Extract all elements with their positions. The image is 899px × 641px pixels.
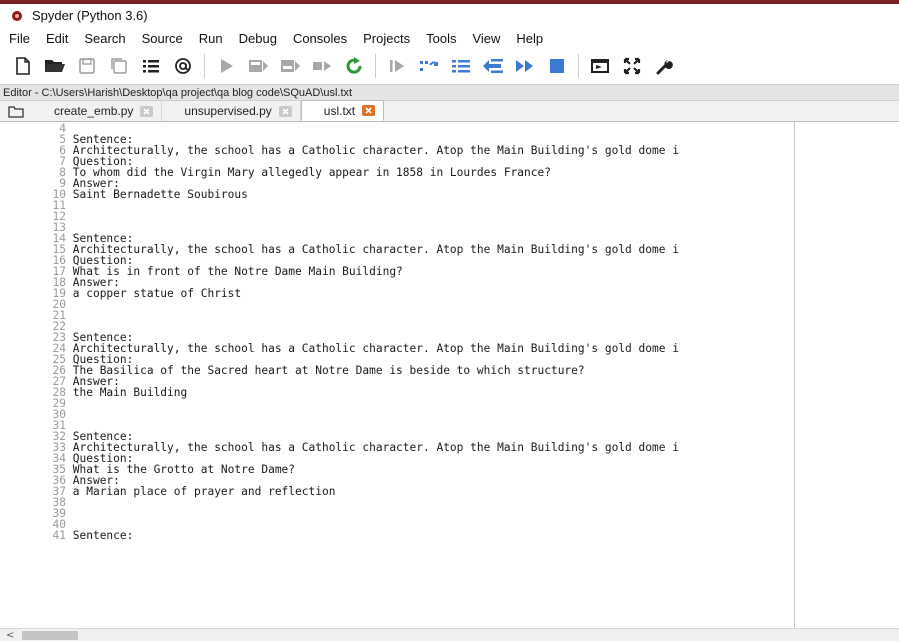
run-cell-advance-icon[interactable] <box>277 54 303 78</box>
menu-consoles[interactable]: Consoles <box>292 30 348 47</box>
edge-line-marker <box>794 122 795 628</box>
menu-edit[interactable]: Edit <box>45 30 69 47</box>
tab-label: usl.txt <box>323 103 356 118</box>
editor-line: 10 Saint Bernadette Soubirous <box>0 189 248 200</box>
close-tab-icon[interactable] <box>362 105 376 116</box>
line-text: Architecturally, the school has a Cathol… <box>72 441 679 454</box>
menu-search[interactable]: Search <box>83 30 126 47</box>
menu-help[interactable]: Help <box>515 30 544 47</box>
file-path: Editor - C:\Users\Harish\Desktop\qa proj… <box>3 86 353 99</box>
line-number: 5 <box>59 133 66 146</box>
line-number: 7 <box>59 155 66 168</box>
save-icon[interactable] <box>74 54 100 78</box>
toolbar <box>0 49 899 83</box>
line-text: Architecturally, the school has a Cathol… <box>72 342 679 355</box>
editor-line: 28 the Main Building <box>0 386 188 399</box>
save-all-icon[interactable] <box>106 54 132 78</box>
menu-bar: File Edit Search Source Run Debug Consol… <box>0 27 899 49</box>
editor-line: 37 a Marian place of prayer and reflecti… <box>0 485 336 498</box>
menu-source[interactable]: Source <box>141 30 184 47</box>
menu-projects[interactable]: Projects <box>362 30 411 47</box>
title-bar: Spyder (Python 3.6) <box>0 4 899 27</box>
toolbar-separator <box>375 54 376 78</box>
close-tab-icon[interactable] <box>140 105 154 117</box>
line-text: The Basilica of the Sacred heart at Notr… <box>72 364 585 377</box>
editor-path-bar: Editor - C:\Users\Harish\Desktop\qa proj… <box>0 84 899 101</box>
rerun-icon[interactable] <box>341 54 367 78</box>
browse-tabs-icon[interactable] <box>0 101 32 121</box>
line-text: a Marian place of prayer and reflection <box>72 485 336 498</box>
menu-run[interactable]: Run <box>198 30 224 47</box>
run-cell-icon[interactable] <box>245 54 271 78</box>
fullscreen-icon[interactable] <box>619 54 645 78</box>
toolbar-separator <box>578 54 579 78</box>
preferences-icon[interactable] <box>651 54 677 78</box>
line-text: Saint Bernadette Soubirous <box>72 188 248 201</box>
line-text: the Main Building <box>72 386 188 399</box>
menu-file[interactable]: File <box>8 30 31 47</box>
line-number: 41 <box>52 529 66 542</box>
scroll-left-arrow-icon[interactable]: < <box>6 630 14 641</box>
scrollbar-thumb[interactable] <box>22 631 78 640</box>
tab-usl-txt[interactable]: usl.txt <box>300 100 385 121</box>
step-into-icon[interactable] <box>448 54 474 78</box>
new-file-icon[interactable] <box>10 54 36 78</box>
line-text: Architecturally, the school has a Cathol… <box>72 243 679 256</box>
close-tab-icon[interactable] <box>278 105 292 117</box>
outline-icon[interactable] <box>138 54 164 78</box>
code-editor[interactable]: 4 5 Sentence: 6 Architecturally, the scho… <box>0 122 899 628</box>
menu-tools[interactable]: Tools <box>425 30 457 47</box>
spyder-logo-icon <box>10 9 24 23</box>
tab-create-emb[interactable]: create_emb.py <box>32 101 163 121</box>
step-return-icon[interactable] <box>480 54 506 78</box>
run-selection-icon[interactable] <box>309 54 335 78</box>
tab-label: unsupervised.py <box>184 104 272 118</box>
stop-icon[interactable] <box>544 54 570 78</box>
menu-debug[interactable]: Debug <box>238 30 278 47</box>
toolbar-separator <box>204 54 205 78</box>
editor-line: 35 What is the Grotto at Notre Dame? <box>0 464 296 475</box>
tab-unsupervised[interactable]: unsupervised.py <box>162 101 301 121</box>
line-text: Sentence: <box>72 529 134 542</box>
tab-label: create_emb.py <box>54 104 134 118</box>
run-icon[interactable] <box>213 54 239 78</box>
open-folder-icon[interactable] <box>42 54 68 78</box>
line-number: 4 <box>59 122 66 135</box>
window-title: Spyder (Python 3.6) <box>32 8 148 23</box>
line-number: 6 <box>59 144 66 157</box>
maximize-pane-icon[interactable] <box>587 54 613 78</box>
horizontal-scrollbar[interactable]: < <box>0 628 899 641</box>
line-text: a copper statue of Christ <box>72 287 242 300</box>
line-text: What is in front of the Notre Dame Main … <box>72 265 403 278</box>
line-text: Architecturally, the school has a Cathol… <box>72 144 679 157</box>
editor-line: 41 Sentence: <box>0 529 134 542</box>
editor-line: 19 a copper statue of Christ <box>0 287 242 300</box>
step-icon[interactable] <box>416 54 442 78</box>
menu-view[interactable]: View <box>471 30 501 47</box>
at-sign-icon[interactable] <box>170 54 196 78</box>
continue-icon[interactable] <box>512 54 538 78</box>
line-text: To whom did the Virgin Mary allegedly ap… <box>72 166 551 179</box>
editor-tab-bar: create_emb.py unsupervised.py usl.txt <box>0 100 899 122</box>
line-number: 8 <box>59 166 66 179</box>
debug-icon[interactable] <box>384 54 410 78</box>
